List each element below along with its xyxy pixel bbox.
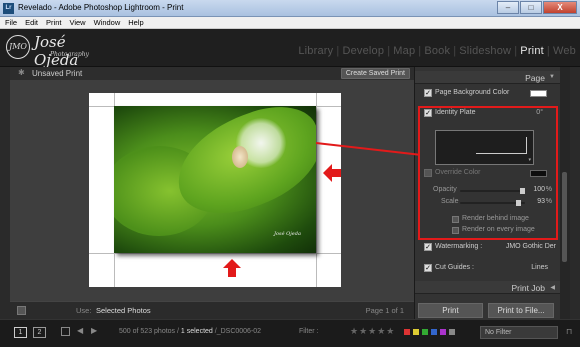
selected-count: 1 selected <box>180 328 213 335</box>
photo-count-prefix: 500 of 523 photos / <box>119 328 179 335</box>
page-background-checkbox[interactable]: ✓ <box>424 89 432 97</box>
menu-help[interactable]: Help <box>128 17 143 28</box>
panel-scrollbar[interactable] <box>560 67 570 319</box>
module-library[interactable]: Library <box>298 45 333 57</box>
color-flag-yellow[interactable] <box>413 329 419 335</box>
page-header-label: Page <box>525 73 545 83</box>
screen-1-button[interactable]: 1 <box>14 327 27 338</box>
annotation-arrow-up <box>223 259 241 277</box>
module-picker: Library | Develop | Map | Book | Slideshow | … <box>298 45 576 57</box>
close-icon[interactable]: X <box>543 1 577 14</box>
print-title: Unsaved Print <box>32 69 83 78</box>
cut-guides-label: Cut Guides : <box>435 264 474 271</box>
screen-2-button[interactable]: 2 <box>33 327 46 338</box>
print-job-header-label: Print Job <box>511 283 545 293</box>
cut-guide-line <box>316 93 317 287</box>
photo-count: 500 of 523 photos / 1 selected /_DSC0006… <box>119 328 261 335</box>
menu-bar: File Edit Print View Window Help <box>0 17 580 29</box>
cut-guides-select[interactable]: Lines <box>531 264 548 271</box>
identity-plate-logo[interactable]: JMO José Ojeda Photography <box>6 33 96 69</box>
print-work-area: ✱ Unsaved Print Create Saved Print José … <box>10 67 414 301</box>
logo-subtitle: Photography <box>50 51 89 58</box>
window-controls: – □ X <box>496 1 577 15</box>
work-header: ✱ Unsaved Print Create Saved Print <box>10 67 414 80</box>
menu-file[interactable]: File <box>5 17 17 28</box>
use-label: Use: <box>76 306 92 315</box>
annotation-highlight-box <box>418 106 558 240</box>
create-saved-print-button[interactable]: Create Saved Print <box>340 68 410 79</box>
photo-watermark-text: José Ojeda <box>274 231 301 237</box>
minimize-icon[interactable]: – <box>497 1 519 14</box>
collapse-triangle-icon[interactable]: ◀ <box>550 284 555 291</box>
logo-seal: JMO <box>6 35 30 59</box>
cut-guides-row: ✓ Cut Guides : Lines <box>415 262 561 275</box>
print-to-file-button[interactable]: Print to File... <box>488 303 554 318</box>
app-icon[interactable]: Lr <box>3 3 14 14</box>
menu-window[interactable]: Window <box>94 17 121 28</box>
print-button[interactable]: Print <box>418 303 483 318</box>
menu-edit[interactable]: Edit <box>25 17 38 28</box>
color-flag-blue[interactable] <box>431 329 437 335</box>
watermarking-select[interactable]: JMO Gothic Der <box>506 243 556 250</box>
title-bar: Lr Revelado - Adobe Photoshop Lightroom … <box>0 0 580 17</box>
selected-filename: /_DSC0006-02 <box>214 328 262 335</box>
page-background-label: Page Background Color <box>435 89 510 96</box>
print-page: José Ojeda <box>89 93 341 287</box>
color-flag-red[interactable] <box>404 329 410 335</box>
module-bar: JMO José Ojeda Photography Library | Deve… <box>0 29 580 69</box>
page-background-row: ✓ Page Background Color <box>415 87 561 100</box>
watermarking-label: Watermarking : <box>435 243 483 250</box>
lock-icon[interactable]: ⊓ <box>566 327 572 336</box>
menu-print[interactable]: Print <box>46 17 61 28</box>
module-develop[interactable]: Develop <box>342 45 384 57</box>
page-indicator: Page 1 of 1 <box>365 306 404 315</box>
spider <box>232 146 248 168</box>
watermarking-row: ✓ Watermarking : JMO Gothic Der <box>415 241 561 254</box>
module-map[interactable]: Map <box>393 45 415 57</box>
page-panel-header[interactable]: Page ▼ <box>415 71 561 84</box>
color-flag-green[interactable] <box>422 329 428 335</box>
filmstrip-bar: 1 2 ◀ ▶ 500 of 523 photos / 1 selected /… <box>0 319 580 347</box>
print-job-panel-header[interactable]: Print Job ◀ <box>415 281 561 294</box>
filter-preset-select[interactable]: No Filter <box>480 326 558 339</box>
work-toolbar: Use: Selected Photos Page 1 of 1 <box>10 301 414 319</box>
cut-guide-line <box>89 253 341 254</box>
prev-arrow-icon[interactable]: ◀ <box>77 326 83 335</box>
panel-scrollbar-thumb[interactable] <box>562 172 567 262</box>
collapse-triangle-icon[interactable]: ▼ <box>549 74 555 80</box>
collection-star-icon: ✱ <box>18 68 25 77</box>
next-arrow-icon[interactable]: ▶ <box>91 326 97 335</box>
menu-view[interactable]: View <box>69 17 85 28</box>
color-flag-gray[interactable] <box>449 329 455 335</box>
page-background-swatch[interactable] <box>530 90 547 97</box>
use-selector[interactable]: Selected Photos <box>96 306 151 315</box>
grid-icon[interactable] <box>61 327 70 336</box>
module-book[interactable]: Book <box>424 45 450 57</box>
annotation-arrow-left <box>323 164 341 182</box>
rating-filter-stars[interactable]: ★★★★★ <box>350 326 395 337</box>
module-slideshow[interactable]: Slideshow <box>459 45 511 57</box>
color-flag-purple[interactable] <box>440 329 446 335</box>
module-web[interactable]: Web <box>553 45 576 57</box>
color-label-filter <box>404 329 458 335</box>
watermarking-checkbox[interactable]: ✓ <box>424 243 432 251</box>
maximize-icon[interactable]: □ <box>520 1 542 14</box>
print-photo[interactable]: José Ojeda <box>114 106 316 253</box>
filter-label: Filter : <box>299 328 319 335</box>
cut-guides-checkbox[interactable]: ✓ <box>424 264 432 272</box>
module-print[interactable]: Print <box>520 45 544 57</box>
page-grid-checkbox[interactable] <box>17 306 26 315</box>
window-title: Revelado - Adobe Photoshop Lightroom - P… <box>18 3 184 12</box>
